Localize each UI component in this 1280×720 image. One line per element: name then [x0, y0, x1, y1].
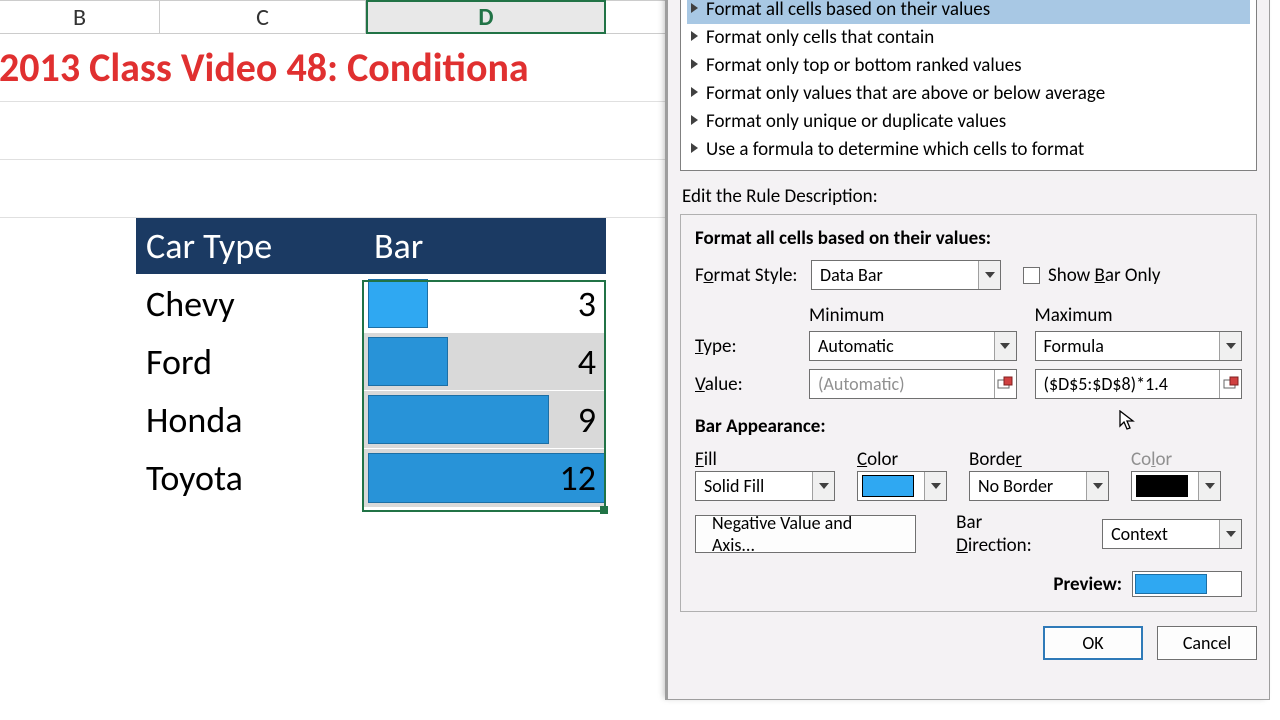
- rule-description-panel: Format all cells based on their values: …: [680, 214, 1257, 612]
- cell-car-3[interactable]: Toyota: [136, 449, 364, 507]
- preview-bar: [1132, 571, 1242, 597]
- neg-btn-text: Negative Value and Axis...: [712, 512, 899, 556]
- bar-direction-combo[interactable]: Context: [1102, 519, 1242, 549]
- databar-1: [368, 337, 448, 386]
- format-style-value: Data Bar: [812, 264, 978, 286]
- minimum-label: Minimum: [809, 304, 1017, 327]
- type-label: Type:: [695, 335, 791, 358]
- value-label: Value:: [695, 373, 791, 396]
- formatting-rule-dialog: Format all cells based on their values F…: [665, 0, 1270, 700]
- blank-row-1[interactable]: [0, 102, 670, 160]
- col-header-b[interactable]: B: [0, 0, 160, 34]
- ok-button-label: OK: [1082, 632, 1103, 654]
- th-bar[interactable]: Bar: [364, 218, 606, 275]
- min-type-value: Automatic: [810, 335, 994, 357]
- min-value-input[interactable]: (Automatic): [809, 369, 1017, 399]
- selection-fill-handle[interactable]: [600, 506, 608, 514]
- chevron-down-icon: [1086, 472, 1108, 500]
- chevron-down-icon: [1219, 520, 1241, 548]
- fill-color-combo[interactable]: [857, 471, 947, 501]
- bar-direction-label: Bar Direction:: [956, 511, 1062, 557]
- title-row[interactable]: el 2013 Class Video 48: Conditiona: [0, 34, 670, 102]
- border-color-swatch: [1136, 475, 1188, 497]
- bar-appearance-header: Bar Appearance:: [695, 415, 1242, 438]
- rule-type-4[interactable]: Format only unique or duplicate values: [687, 108, 1250, 136]
- bar-direction-value: Context: [1103, 523, 1219, 545]
- max-value-text: ($D$5:$D$8)*1.4: [1036, 373, 1220, 395]
- fill-combo[interactable]: Solid Fill: [695, 471, 835, 501]
- max-value-input[interactable]: ($D$5:$D$8)*1.4: [1035, 369, 1243, 399]
- fill-value: Solid Fill: [696, 475, 812, 497]
- chevron-down-icon: [812, 472, 834, 500]
- panel-header: Format all cells based on their values:: [695, 227, 1242, 250]
- show-bar-only-label: Show Bar Only: [1048, 264, 1160, 287]
- chevron-down-icon: [924, 472, 946, 500]
- data-table: Car Type Bar Chevy 3 Ford 4 Honda 9 T: [136, 218, 606, 507]
- range-selector-icon[interactable]: [994, 370, 1016, 398]
- col-header-c[interactable]: C: [160, 0, 366, 34]
- blank-row-2[interactable]: [0, 160, 670, 218]
- cell-car-1[interactable]: Ford: [136, 333, 364, 391]
- chevron-down-icon: [1219, 332, 1241, 360]
- cell-bar-1[interactable]: 4: [364, 333, 606, 391]
- cancel-button[interactable]: Cancel: [1157, 626, 1257, 660]
- format-style-combo[interactable]: Data Bar: [811, 260, 1001, 290]
- cell-bar-1-value: 4: [578, 340, 596, 384]
- title-text: el 2013 Class Video 48: Conditiona: [0, 43, 529, 92]
- negative-value-axis-button[interactable]: Negative Value and Axis...: [695, 515, 916, 553]
- rule-type-0[interactable]: Format all cells based on their values: [687, 0, 1250, 24]
- rule-type-3[interactable]: Format only values that are above or bel…: [687, 80, 1250, 108]
- cancel-button-label: Cancel: [1183, 632, 1231, 654]
- chevron-down-icon: [978, 261, 1000, 289]
- cell-bar-2[interactable]: 9: [364, 391, 606, 449]
- fill-color-swatch: [862, 475, 914, 497]
- border-combo[interactable]: No Border: [969, 471, 1109, 501]
- rule-type-5[interactable]: Use a formula to determine which cells t…: [687, 136, 1250, 164]
- col-header-d[interactable]: D: [366, 0, 606, 34]
- preview-label: Preview:: [1053, 573, 1122, 596]
- chevron-down-icon: [1198, 472, 1220, 500]
- maximum-label: Maximum: [1035, 304, 1243, 327]
- fill-label: Fill: [695, 448, 835, 471]
- min-value-text: (Automatic): [810, 373, 994, 395]
- edit-rule-label-text: Edit the Rule Description:: [682, 185, 878, 208]
- cell-car-2[interactable]: Honda: [136, 391, 364, 449]
- cell-bar-0[interactable]: 3: [364, 275, 606, 333]
- databar-2: [368, 395, 550, 444]
- cell-car-0[interactable]: Chevy: [136, 275, 364, 333]
- worksheet-area: B C D el 2013 Class Video 48: Conditiona…: [0, 0, 670, 720]
- rule-type-2[interactable]: Format only top or bottom ranked values: [687, 52, 1250, 80]
- format-style-label: Format Style:: [695, 264, 811, 287]
- chevron-down-icon: [994, 332, 1016, 360]
- max-type-combo[interactable]: Formula: [1035, 331, 1243, 361]
- fill-color-label: Color: [857, 448, 947, 471]
- show-bar-only-checkbox[interactable]: [1023, 267, 1040, 284]
- min-type-combo[interactable]: Automatic: [809, 331, 1017, 361]
- cell-bar-2-value: 9: [578, 398, 596, 442]
- th-car-type[interactable]: Car Type: [136, 218, 364, 275]
- cell-bar-3-value: 12: [560, 456, 597, 500]
- border-value: No Border: [970, 475, 1086, 497]
- cell-bar-3[interactable]: 12: [364, 449, 606, 507]
- preview-bar-fill: [1135, 574, 1207, 594]
- cell-bar-0-value: 3: [578, 282, 596, 326]
- col-header-spacer: [606, 0, 670, 34]
- border-color-combo: [1131, 471, 1221, 501]
- databar-0: [368, 279, 429, 328]
- border-color-label: Color: [1131, 448, 1221, 471]
- ok-button[interactable]: OK: [1043, 626, 1143, 660]
- rule-type-list: Format all cells based on their values F…: [680, 0, 1257, 171]
- rule-type-1[interactable]: Format only cells that contain: [687, 24, 1250, 52]
- column-headers: B C D: [0, 0, 670, 34]
- border-label: Border: [969, 448, 1109, 471]
- max-type-value: Formula: [1036, 335, 1220, 357]
- edit-rule-label: Edit the Rule Description:: [682, 185, 1255, 208]
- range-selector-icon[interactable]: [1219, 370, 1241, 398]
